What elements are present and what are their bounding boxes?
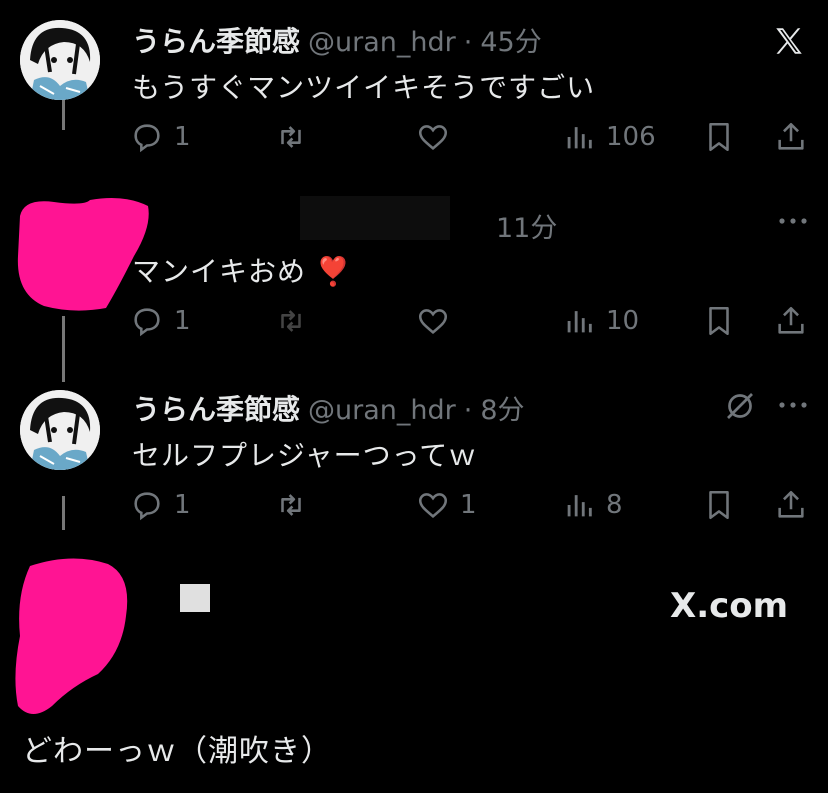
thread-line <box>62 496 65 530</box>
tweet-header: うらん季節感 @uran_hdr · 45分 <box>132 20 542 60</box>
bookmark-icon <box>709 490 729 520</box>
reply-icon <box>134 308 160 337</box>
heart-icon <box>418 309 448 334</box>
retweet-icon <box>281 494 301 516</box>
more-icon <box>779 402 807 408</box>
timestamp[interactable]: 8分 <box>480 388 524 427</box>
display-name[interactable]: うらん季節感 <box>132 388 300 428</box>
bookmark-icon <box>709 306 729 336</box>
share-icon <box>778 122 804 150</box>
more-options-button[interactable] <box>776 206 810 236</box>
x-logo-icon <box>772 24 806 58</box>
redacted-author <box>12 556 130 720</box>
more-icon <box>779 218 807 224</box>
redacted-name <box>300 196 450 240</box>
view-count: 10 <box>606 306 640 336</box>
handle[interactable]: @uran_hdr <box>308 395 456 426</box>
retweet-icon <box>281 310 301 332</box>
heart-icon <box>418 493 448 518</box>
separator-dot: · <box>463 27 473 58</box>
tweet-text: もうすぐマンツイイキそうですごい <box>132 71 596 104</box>
retweet-button[interactable] <box>274 120 318 154</box>
reply-button[interactable]: 1 <box>130 304 191 338</box>
grok-button[interactable] <box>722 388 758 424</box>
thread-line <box>62 316 65 382</box>
retweet-button[interactable] <box>274 304 318 338</box>
grok-icon <box>727 393 753 419</box>
avatar[interactable] <box>20 20 100 100</box>
share-button[interactable] <box>774 304 808 338</box>
handle[interactable]: @uran_hdr <box>308 27 456 58</box>
tweet-text: セルフプレジャーつってｗ <box>132 439 478 472</box>
display-name[interactable]: うらん季節感 <box>132 20 300 60</box>
views-button[interactable]: 10 <box>562 304 639 338</box>
views-button[interactable]: 8 <box>562 488 623 522</box>
retweet-button[interactable] <box>274 488 318 522</box>
tweet-header: うらん季節感 @uran_hdr · 8分 <box>132 388 525 428</box>
share-icon <box>778 490 804 518</box>
retweet-icon <box>281 126 301 148</box>
view-count: 106 <box>606 122 656 152</box>
views-icon <box>567 311 592 333</box>
share-button[interactable] <box>774 120 808 154</box>
reply-button[interactable]: 1 <box>130 120 191 154</box>
bookmark-button[interactable] <box>702 304 736 338</box>
views-icon <box>567 495 592 517</box>
timestamp[interactable]: 45分 <box>480 20 541 59</box>
bookmark-icon <box>709 122 729 152</box>
avatar[interactable] <box>20 390 100 470</box>
like-button[interactable] <box>416 304 460 338</box>
reply-icon <box>134 124 160 153</box>
domain-watermark: X.com <box>670 586 789 626</box>
reply-count: 1 <box>174 490 191 520</box>
view-count: 8 <box>606 490 623 520</box>
caption-text: どわーっｗ（潮吹き） <box>22 734 332 769</box>
views-button[interactable]: 106 <box>562 120 656 154</box>
thread-line <box>62 100 65 130</box>
tweet-text: マンイキおめ ❣️ <box>132 255 352 288</box>
more-options-button[interactable] <box>776 390 810 420</box>
like-count: 1 <box>460 490 477 520</box>
reply-count: 1 <box>174 306 191 336</box>
timestamp[interactable]: 11分 <box>496 206 557 245</box>
share-icon <box>778 306 804 334</box>
redacted-square <box>180 584 210 612</box>
views-icon <box>567 127 592 149</box>
reply-count: 1 <box>174 122 191 152</box>
reply-icon <box>134 492 160 521</box>
heart-icon <box>418 125 448 150</box>
separator-dot: · <box>463 395 473 426</box>
like-button[interactable] <box>416 120 460 154</box>
reply-button[interactable]: 1 <box>130 488 191 522</box>
like-button[interactable]: 1 <box>416 488 477 522</box>
bookmark-button[interactable] <box>702 488 736 522</box>
share-button[interactable] <box>774 488 808 522</box>
bookmark-button[interactable] <box>702 120 736 154</box>
